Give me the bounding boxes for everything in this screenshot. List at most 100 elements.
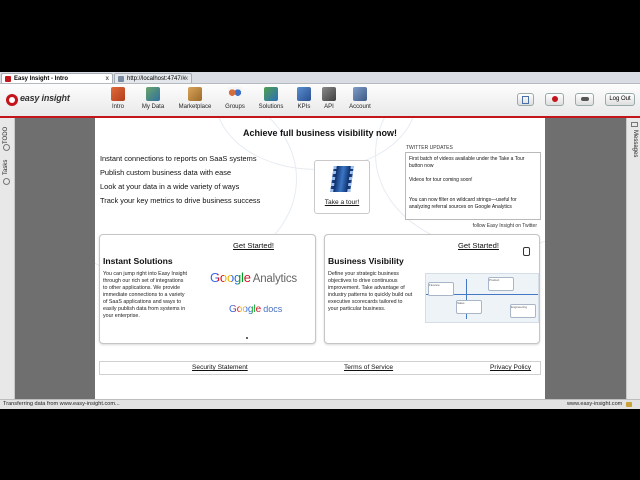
nav-label: API [324, 104, 334, 110]
nav-label: Intro [111, 104, 124, 110]
favicon-icon [5, 76, 11, 82]
groups-icon [228, 87, 242, 101]
close-icon[interactable]: x [185, 74, 188, 84]
status-text: Transferring data from www.easy-insight.… [3, 401, 120, 407]
film-icon [330, 166, 354, 192]
scorecard-diagram: Finance Product Sales Engineering [425, 273, 539, 323]
diagram-label: Sales [457, 301, 465, 305]
analytics-wordmark: Analytics [252, 273, 297, 285]
tab-bar: Easy Insight - Intro x http://localhost:… [0, 72, 640, 84]
nav-label: KPIs [297, 104, 311, 110]
security-statement-link[interactable]: Security Statement [192, 364, 248, 371]
nav-label: Solutions [258, 104, 284, 110]
solutions-icon [264, 87, 278, 101]
tab-label: http://localhost:4747/# [127, 76, 186, 82]
tab-label: Easy Insight - Intro [14, 76, 69, 82]
nav-account[interactable]: Account [345, 85, 375, 115]
diagram-node: Sales [456, 300, 482, 314]
tasks-label: Tasks [3, 159, 9, 175]
diagram-node: Engineering [510, 304, 536, 318]
footer-links: Security Statement Terms of Service Priv… [99, 361, 541, 375]
tweet: You can now filter on wildcard strings—u… [409, 197, 517, 210]
business-visibility-card: Get Started! Business Visibility Define … [324, 234, 540, 344]
right-gutter [545, 118, 626, 403]
left-gutter [15, 118, 95, 403]
home-icon [111, 87, 125, 101]
diagram-node: Product [488, 277, 514, 291]
diagram-node: Finance [428, 282, 454, 296]
status-bar: Transferring data from www.easy-insight.… [0, 399, 640, 409]
nav-label: Groups [225, 104, 245, 110]
nav-marketplace[interactable]: Marketplace [175, 85, 215, 115]
nav-solutions[interactable]: Solutions [256, 85, 286, 115]
nav-my-data[interactable]: My Data [138, 85, 168, 115]
logout-button[interactable]: Log Out [605, 93, 635, 106]
google-docs-logo[interactable]: Google docs [229, 304, 282, 315]
close-icon[interactable]: x [106, 74, 109, 84]
tweet: First batch of videos available under th… [409, 156, 525, 169]
kpi-icon [297, 87, 311, 101]
nav-label: Account [349, 104, 371, 110]
logo-text: easy insight [20, 93, 70, 103]
todo-tab[interactable]: TODO [0, 120, 14, 151]
carousel-indicator[interactable] [246, 337, 248, 339]
lock-icon [626, 402, 632, 407]
tab-localhost[interactable]: http://localhost:4747/# x [114, 73, 192, 83]
browser-window: Easy Insight - Intro x http://localhost:… [0, 72, 640, 409]
tasks-tab[interactable]: Tasks [0, 154, 14, 186]
feature-text: Publish custom business data with ease [100, 168, 232, 177]
feature-text: Track your key metrics to drive business… [100, 196, 261, 205]
feature-text: Instant connections to reports on SaaS s… [100, 154, 257, 163]
nav-label: My Data [141, 104, 165, 110]
account-icon [353, 87, 367, 101]
add-icon [3, 144, 10, 151]
card-title: Instant Solutions [103, 256, 173, 266]
left-sidebar: TODO Tasks [0, 118, 15, 403]
logo-mark-icon [6, 94, 18, 106]
tweet: Videos for tour coming soon! [409, 177, 473, 183]
get-started-link[interactable]: Get Started! [458, 241, 499, 250]
message-icon [631, 122, 638, 127]
page-headline: Achieve full business visibility now! [242, 128, 398, 138]
instant-solutions-card: Get Started! Instant Solutions You can j… [99, 234, 316, 344]
twitter-title: TWITTER UPDATES [406, 145, 453, 151]
google-analytics-logo[interactable]: Google Analytics [210, 270, 297, 285]
diagram-label: Finance [429, 283, 440, 287]
easy-insight-logo[interactable]: easy insight [6, 92, 82, 108]
nav-groups[interactable]: Groups [221, 85, 249, 115]
help-button[interactable] [517, 93, 534, 106]
google-wordmark: Google [229, 304, 262, 315]
get-started-link[interactable]: Get Started! [233, 241, 274, 250]
feature-text: Look at your data in a wide variety of w… [100, 182, 240, 191]
record-icon [551, 96, 558, 102]
right-sidebar: Messages [626, 118, 640, 403]
data-icon [146, 87, 160, 101]
follow-twitter-link[interactable]: follow Easy Insight on Twitter [405, 223, 537, 229]
messages-tab[interactable]: Messages [627, 120, 640, 160]
record-button[interactable] [545, 93, 564, 106]
twitter-feed: First batch of videos available under th… [405, 152, 541, 220]
card-description: You can jump right into Easy Insight thr… [103, 271, 188, 319]
take-a-tour-link[interactable]: Take a tour! [315, 199, 369, 206]
people-button[interactable] [575, 93, 594, 106]
diagram-label: Engineering [511, 305, 528, 309]
cursor-icon [523, 247, 530, 256]
card-description: Define your strategic business objective… [328, 271, 413, 312]
page-icon [118, 76, 124, 82]
terms-of-service-link[interactable]: Terms of Service [344, 364, 393, 371]
nav-intro[interactable]: Intro [104, 85, 132, 115]
take-a-tour-panel[interactable]: Take a tour! [314, 160, 370, 214]
google-wordmark: Google [210, 270, 251, 285]
todo-label: TODO [3, 126, 9, 144]
app-toolbar: easy insight Intro My Data Marketplace G… [0, 84, 640, 118]
privacy-policy-link[interactable]: Privacy Policy [490, 364, 531, 371]
diagram-label: Product [489, 278, 500, 282]
messages-label: Messages [632, 130, 638, 158]
nav-kpis[interactable]: KPIs [292, 85, 316, 115]
people-icon [580, 97, 589, 101]
tab-easy-insight[interactable]: Easy Insight - Intro x [1, 73, 113, 83]
status-url: www.easy-insight.com [567, 401, 623, 407]
nav-api[interactable]: API [318, 85, 340, 115]
intro-page: Achieve full business visibility now! In… [95, 118, 545, 403]
api-icon [322, 87, 336, 101]
